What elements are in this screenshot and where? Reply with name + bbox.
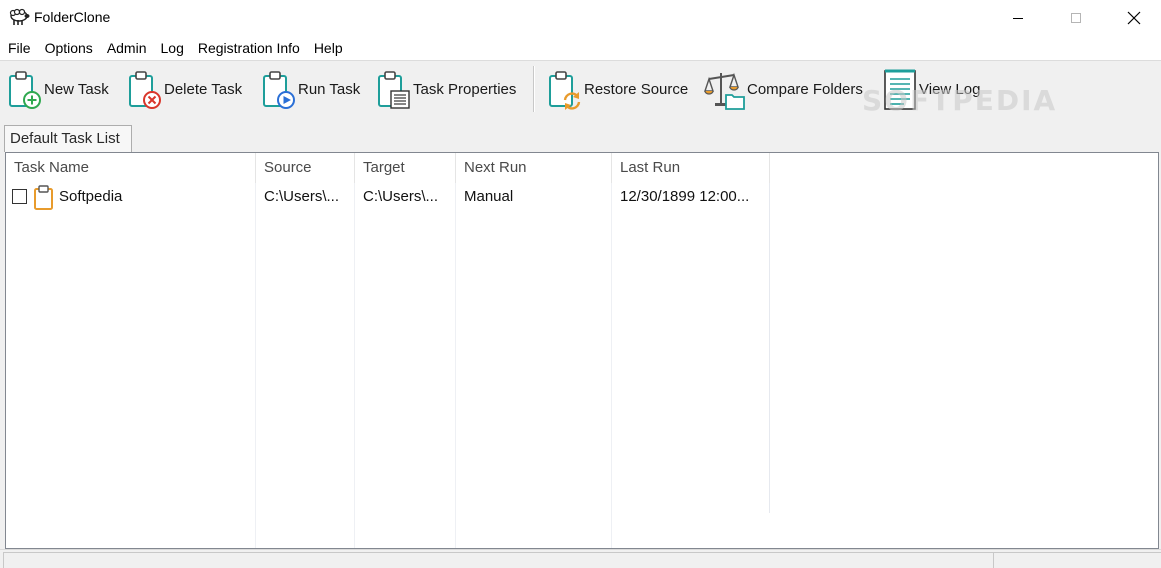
column-header-task-name[interactable]: Task Name [6, 153, 256, 183]
column-header-next-run[interactable]: Next Run [456, 153, 612, 183]
status-pane-main [3, 552, 993, 568]
compare-folders-button[interactable]: Compare Folders [704, 65, 863, 113]
last-run-cell: 12/30/1899 12:00... [620, 188, 750, 205]
column-divider [255, 183, 256, 548]
run-task-label: Run Task [298, 80, 361, 98]
window-title: FolderClone [34, 9, 111, 25]
status-pane-secondary [993, 552, 1161, 568]
menu-help[interactable]: Help [307, 36, 350, 61]
maximize-button[interactable] [1047, 0, 1105, 36]
menu-admin[interactable]: Admin [100, 36, 154, 61]
task-properties-label: Task Properties [413, 80, 517, 98]
target-cell: C:\Users\... [363, 188, 439, 205]
sheep-icon [9, 8, 30, 25]
restore-source-button[interactable]: Restore Source [547, 65, 688, 113]
delete-task-label: Delete Task [164, 80, 243, 98]
scales-folder-icon [704, 72, 745, 110]
column-divider [611, 183, 612, 548]
clipboard-icon [34, 185, 53, 210]
title-bar: FolderClone [0, 0, 1161, 36]
menu-bar: File Options Admin Log Registration Info… [0, 36, 1161, 61]
clipboard-properties-icon [378, 71, 410, 109]
source-cell: C:\Users\... [264, 188, 340, 205]
clipboard-restore-icon [549, 71, 581, 110]
delete-task-button[interactable]: Delete Task [127, 65, 242, 113]
next-run-cell: Manual [464, 188, 514, 205]
maximize-icon [1071, 13, 1081, 23]
close-button[interactable] [1105, 0, 1161, 36]
column-header-target[interactable]: Target [355, 153, 456, 183]
menu-registration-info[interactable]: Registration Info [191, 36, 307, 61]
toolbar: New Task Delete Task Run Task Task Prope… [0, 62, 1161, 117]
compare-folders-label: Compare Folders [747, 80, 863, 98]
clipboard-delete-icon [129, 71, 161, 109]
column-divider [769, 183, 770, 513]
column-divider [455, 183, 456, 548]
task-properties-button[interactable]: Task Properties [376, 65, 516, 113]
column-header-source[interactable]: Source [256, 153, 355, 183]
run-task-button[interactable]: Run Task [261, 65, 360, 113]
new-task-button[interactable]: New Task [7, 65, 109, 113]
table-row[interactable]: Softpedia C:\Users\... C:\Users\... Manu… [6, 184, 770, 210]
menu-log[interactable]: Log [154, 36, 191, 61]
menu-options[interactable]: Options [38, 36, 100, 61]
clipboard-run-icon [263, 71, 295, 109]
new-task-label: New Task [44, 80, 109, 98]
clipboard-add-icon [9, 71, 41, 109]
close-icon [1127, 11, 1141, 25]
task-checkbox[interactable] [12, 189, 27, 204]
minimize-icon [1013, 18, 1023, 19]
column-divider [354, 183, 355, 548]
minimize-button[interactable] [989, 0, 1047, 36]
restore-source-label: Restore Source [584, 80, 689, 98]
menu-file[interactable]: File [1, 36, 38, 61]
column-header-last-run[interactable]: Last Run [612, 153, 770, 183]
tab-default-task-list[interactable]: Default Task List [4, 125, 132, 152]
toolbar-separator [533, 66, 535, 112]
task-name-cell: Softpedia [59, 188, 123, 205]
task-list: Task Name Source Target Next Run Last Ru… [5, 152, 1159, 549]
status-bar [0, 549, 1161, 568]
watermark: SOFTPEDIA [862, 84, 1058, 117]
